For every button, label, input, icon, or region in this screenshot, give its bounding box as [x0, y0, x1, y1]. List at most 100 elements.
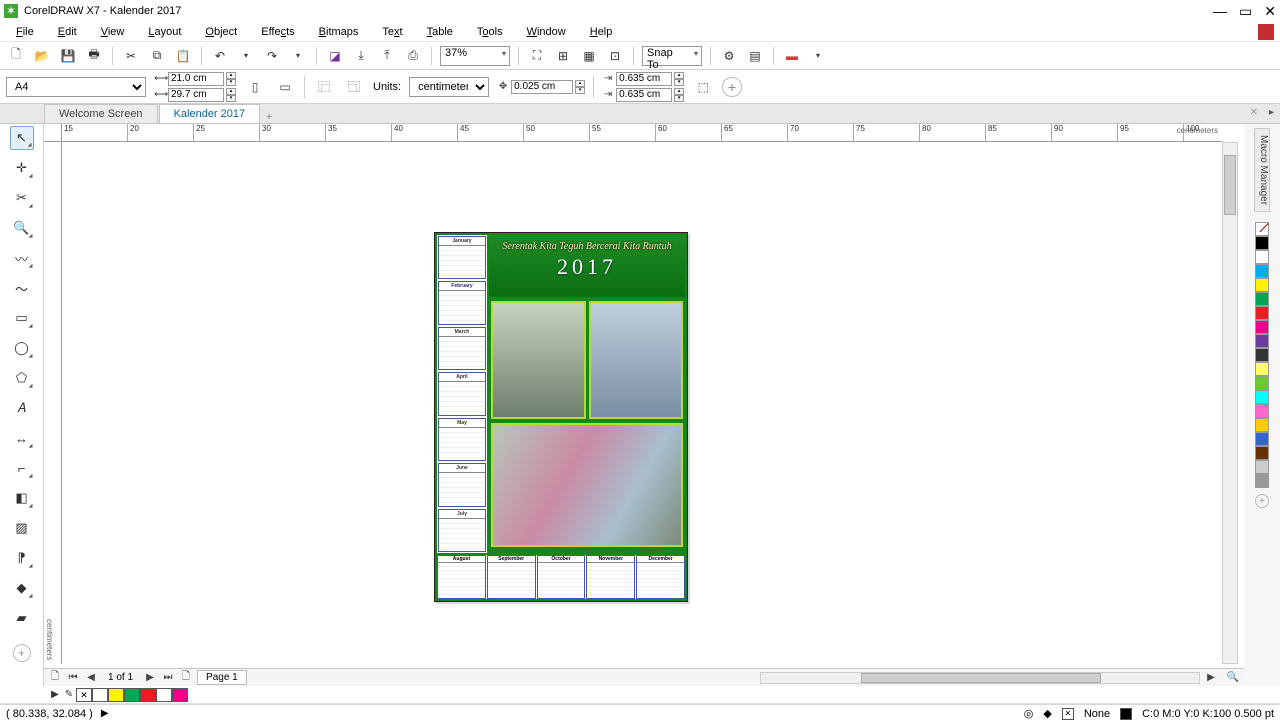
all-pages-button[interactable]: ⿸: [313, 76, 335, 98]
zoom-combo[interactable]: 37%: [440, 46, 510, 66]
freehand-tool[interactable]: 〰◢: [10, 246, 34, 270]
options-button[interactable]: ⚙: [719, 46, 739, 66]
minimize-button[interactable]: —: [1213, 3, 1227, 19]
palette-swatch[interactable]: [1255, 306, 1269, 320]
new-tab-button[interactable]: +: [261, 111, 277, 123]
menu-help[interactable]: Help: [580, 24, 623, 40]
vertical-ruler[interactable]: centimeters: [44, 142, 62, 664]
spinner-up[interactable]: ▴: [674, 88, 684, 95]
units-select[interactable]: centimeters: [409, 77, 489, 97]
spinner-down[interactable]: ▾: [674, 79, 684, 86]
macro-manager-docker[interactable]: Macro Manager: [1254, 128, 1270, 212]
doc-palette-eyedropper[interactable]: ✎: [62, 689, 76, 700]
outline-swatch[interactable]: [1120, 708, 1132, 720]
show-rulers-button[interactable]: ⊞: [553, 46, 573, 66]
tab-overflow-button[interactable]: ▸: [1269, 107, 1274, 118]
add-page-end-button[interactable]: 🗋: [179, 669, 193, 686]
doc-palette-swatch[interactable]: [124, 688, 140, 702]
menu-window[interactable]: Window: [517, 24, 576, 40]
open-button[interactable]: 📂: [32, 46, 52, 66]
text-tool[interactable]: 𝐴: [10, 396, 34, 420]
horizontal-scrollbar[interactable]: [760, 672, 1200, 684]
drawing-canvas[interactable]: JanuaryFebruaryMarchAprilMayJuneJuly Ser…: [62, 142, 1222, 664]
transparency-tool[interactable]: ▨: [10, 516, 34, 540]
crop-tool[interactable]: ✂◢: [10, 186, 34, 210]
launcher-dropdown[interactable]: ▾: [808, 46, 828, 66]
smart-fill-tool[interactable]: ▰: [10, 606, 34, 630]
color-eyedropper-tool[interactable]: ⁋◢: [10, 546, 34, 570]
maximize-button[interactable]: ▭: [1239, 3, 1252, 20]
launcher-button[interactable]: ▬: [782, 46, 802, 66]
menu-file[interactable]: File: [6, 24, 44, 40]
drop-shadow-tool[interactable]: ◧◢: [10, 486, 34, 510]
spinner-down[interactable]: ▾: [226, 79, 236, 86]
object-details-button[interactable]: ▶: [101, 708, 109, 719]
print-button[interactable]: 🖶: [84, 46, 104, 66]
artistic-media-tool[interactable]: 〜: [10, 276, 34, 300]
doc-palette-swatch[interactable]: [108, 688, 124, 702]
page-width-input[interactable]: [168, 72, 224, 86]
doc-palette-swatch[interactable]: [156, 688, 172, 702]
scrollbar-thumb[interactable]: [1224, 155, 1236, 215]
scroll-right-button[interactable]: ▶: [1204, 672, 1218, 683]
interactive-fill-tool[interactable]: ◆◢: [10, 576, 34, 600]
doc-palette-no-color[interactable]: [76, 688, 92, 702]
menu-tools[interactable]: Tools: [467, 24, 513, 40]
paste-button[interactable]: 📋: [173, 46, 193, 66]
ruler-origin[interactable]: [44, 124, 62, 142]
last-page-button[interactable]: ⏭: [161, 672, 175, 683]
horizontal-ruler[interactable]: 1520253035404550556065707580859095100 ce…: [62, 124, 1222, 142]
toolbox-customize-button[interactable]: +: [13, 644, 31, 662]
prev-page-button[interactable]: ◀: [84, 672, 98, 683]
palette-swatch[interactable]: [1255, 376, 1269, 390]
dup-x-input[interactable]: [616, 72, 672, 86]
show-guidelines-button[interactable]: ⊡: [605, 46, 625, 66]
zoom-tool[interactable]: 🔍◢: [10, 216, 34, 240]
doc-palette-swatch[interactable]: [92, 688, 108, 702]
tab-welcome[interactable]: Welcome Screen: [44, 104, 158, 123]
spinner-up[interactable]: ▴: [674, 72, 684, 79]
spinner-up[interactable]: ▴: [575, 80, 585, 87]
first-page-button[interactable]: ⏮: [66, 672, 80, 683]
spinner-down[interactable]: ▾: [226, 95, 236, 102]
palette-swatch[interactable]: [1255, 418, 1269, 432]
shape-tool[interactable]: ✛◢: [10, 156, 34, 180]
fill-swatch-none[interactable]: [1062, 708, 1074, 720]
page-height-input[interactable]: [168, 88, 224, 102]
undo-button[interactable]: ↶: [210, 46, 230, 66]
palette-swatch[interactable]: [1255, 460, 1269, 474]
palette-swatch[interactable]: [1255, 390, 1269, 404]
palette-swatch[interactable]: [1255, 334, 1269, 348]
navigator-button[interactable]: 🔍: [1226, 672, 1240, 683]
copy-button[interactable]: ⧉: [147, 46, 167, 66]
parallel-dimension-tool[interactable]: ↔◢: [10, 426, 34, 450]
export-button[interactable]: ⤒: [377, 46, 397, 66]
palette-swatch[interactable]: [1255, 264, 1269, 278]
next-page-button[interactable]: ▶: [143, 672, 157, 683]
tab-kalender[interactable]: Kalender 2017: [159, 104, 261, 123]
menu-edit[interactable]: Edit: [48, 24, 87, 40]
menu-text[interactable]: Text: [372, 24, 412, 40]
menu-effects[interactable]: Effects: [251, 24, 304, 40]
redo-button[interactable]: ↷: [262, 46, 282, 66]
ellipse-tool[interactable]: ◯◢: [10, 336, 34, 360]
nudge-input[interactable]: [511, 80, 573, 94]
add-page-start-button[interactable]: 🗋: [48, 669, 62, 686]
publish-pdf-button[interactable]: ⎙: [403, 46, 423, 66]
close-tab-button[interactable]: ✕: [1250, 107, 1258, 118]
page-tab[interactable]: Page 1: [197, 670, 247, 685]
snap-combo[interactable]: Snap To: [642, 46, 702, 66]
palette-no-color[interactable]: [1255, 222, 1269, 236]
palette-swatch[interactable]: [1255, 404, 1269, 418]
app-launcher-button[interactable]: ▤: [745, 46, 765, 66]
import-button[interactable]: ⤓: [351, 46, 371, 66]
doc-palette-swatch[interactable]: [172, 688, 188, 702]
menu-table[interactable]: Table: [417, 24, 463, 40]
palette-customize-button[interactable]: +: [1255, 494, 1269, 508]
palette-swatch[interactable]: [1255, 292, 1269, 306]
vertical-scrollbar[interactable]: [1222, 142, 1238, 664]
menu-object[interactable]: Object: [195, 24, 247, 40]
spinner-up[interactable]: ▴: [226, 72, 236, 79]
connector-tool[interactable]: ⌐◢: [10, 456, 34, 480]
save-button[interactable]: 💾: [58, 46, 78, 66]
